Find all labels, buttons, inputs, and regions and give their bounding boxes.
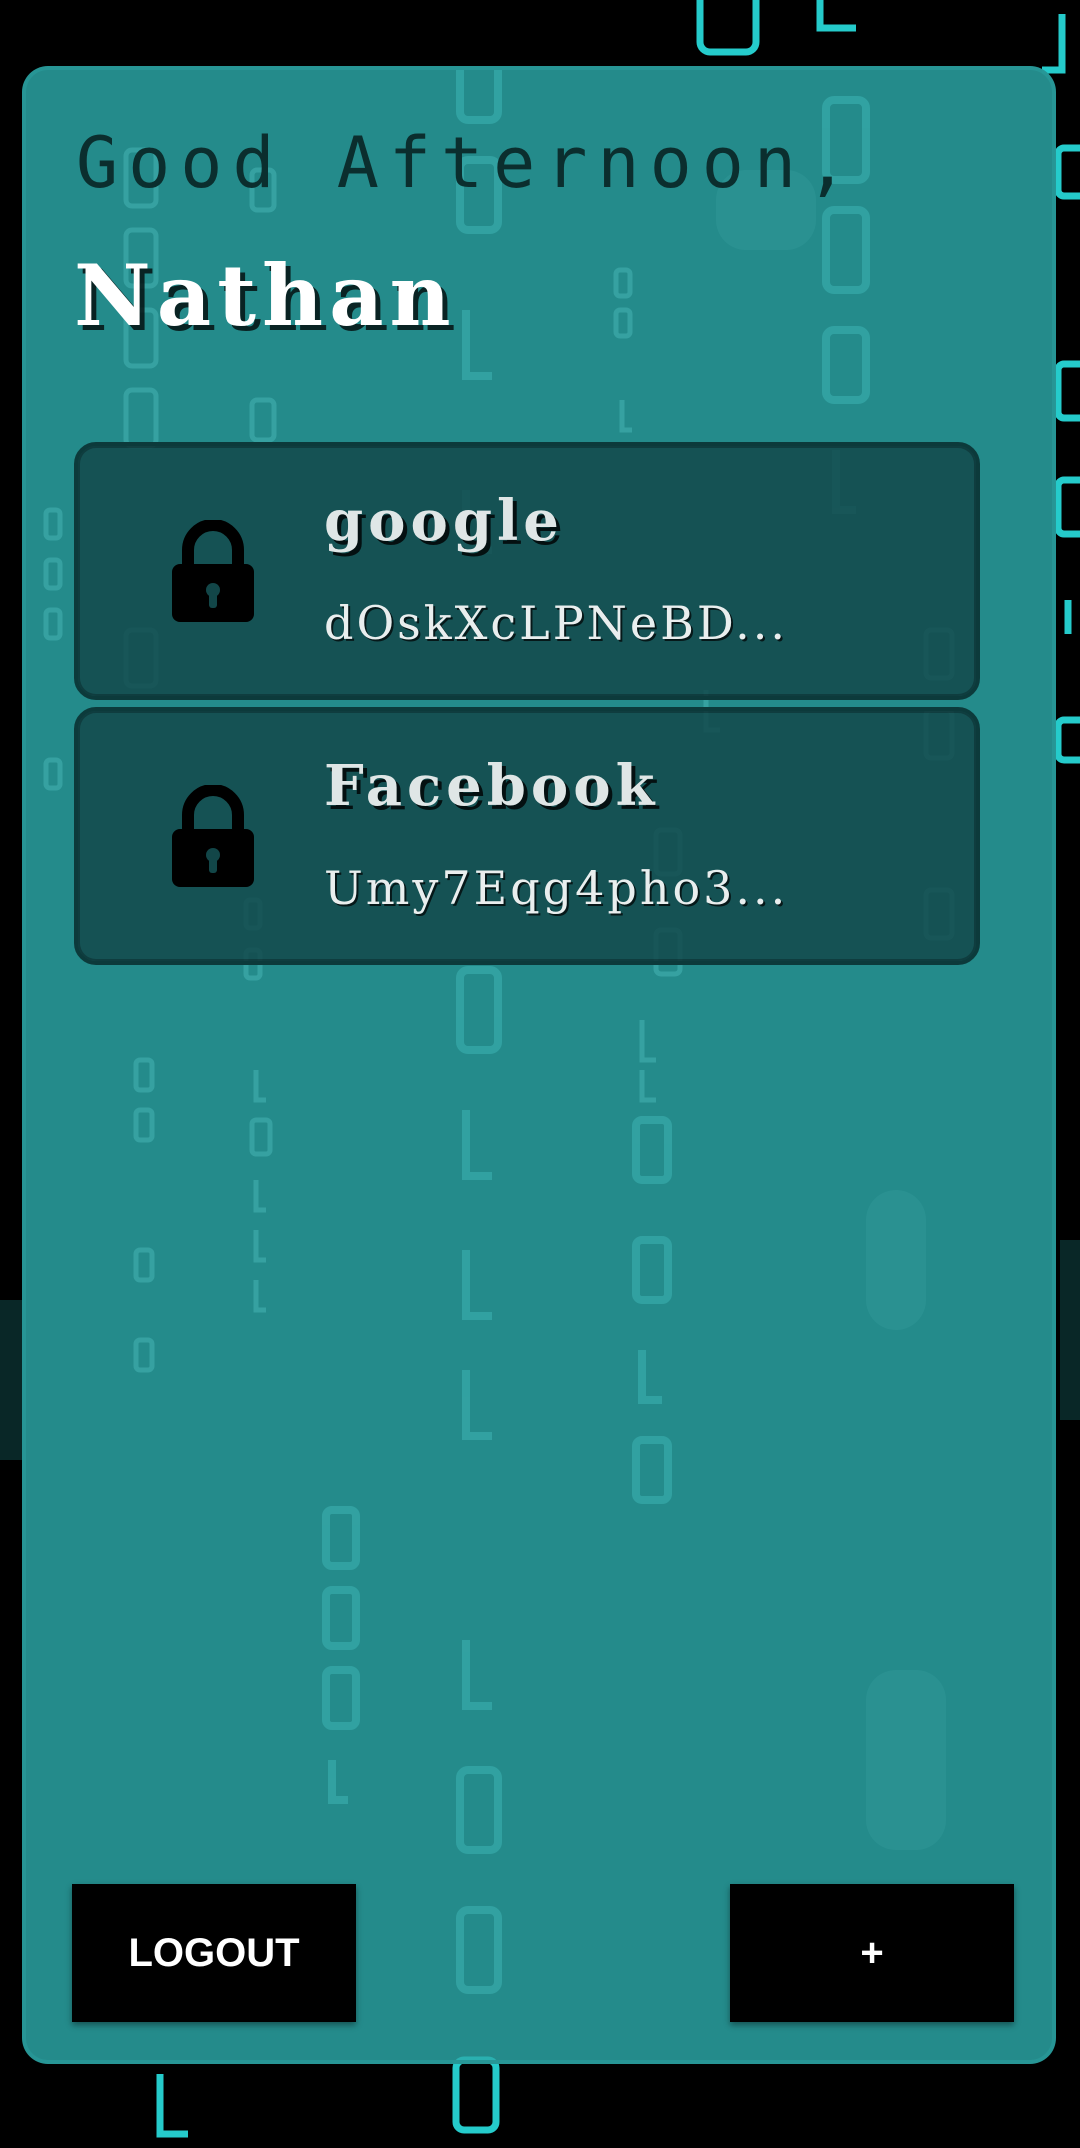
logout-button[interactable]: LOGOUT <box>72 1884 356 2022</box>
add-entry-button[interactable]: + <box>730 1884 1014 2022</box>
screen: Good Afternoon, Nathan google dOskXcLPNe… <box>0 0 1080 2148</box>
main-panel: Good Afternoon, Nathan google dOskXcLPNe… <box>22 66 1056 2064</box>
binary-overlay <box>43 70 955 1994</box>
entry-title: google <box>324 488 564 554</box>
password-entry-facebook[interactable]: Facebook Umy7Eqg4pho3... <box>74 707 980 965</box>
lock-icon <box>172 520 254 622</box>
username: Nathan <box>74 246 457 345</box>
entry-title: Facebook <box>324 753 660 819</box>
greeting: Good Afternoon, <box>76 122 859 204</box>
entry-password-preview: dOskXcLPNeBD... <box>324 596 789 650</box>
password-entry-google[interactable]: google dOskXcLPNeBD... <box>74 442 980 700</box>
lock-icon <box>172 785 254 887</box>
entry-password-preview: Umy7Eqg4pho3... <box>324 861 789 915</box>
